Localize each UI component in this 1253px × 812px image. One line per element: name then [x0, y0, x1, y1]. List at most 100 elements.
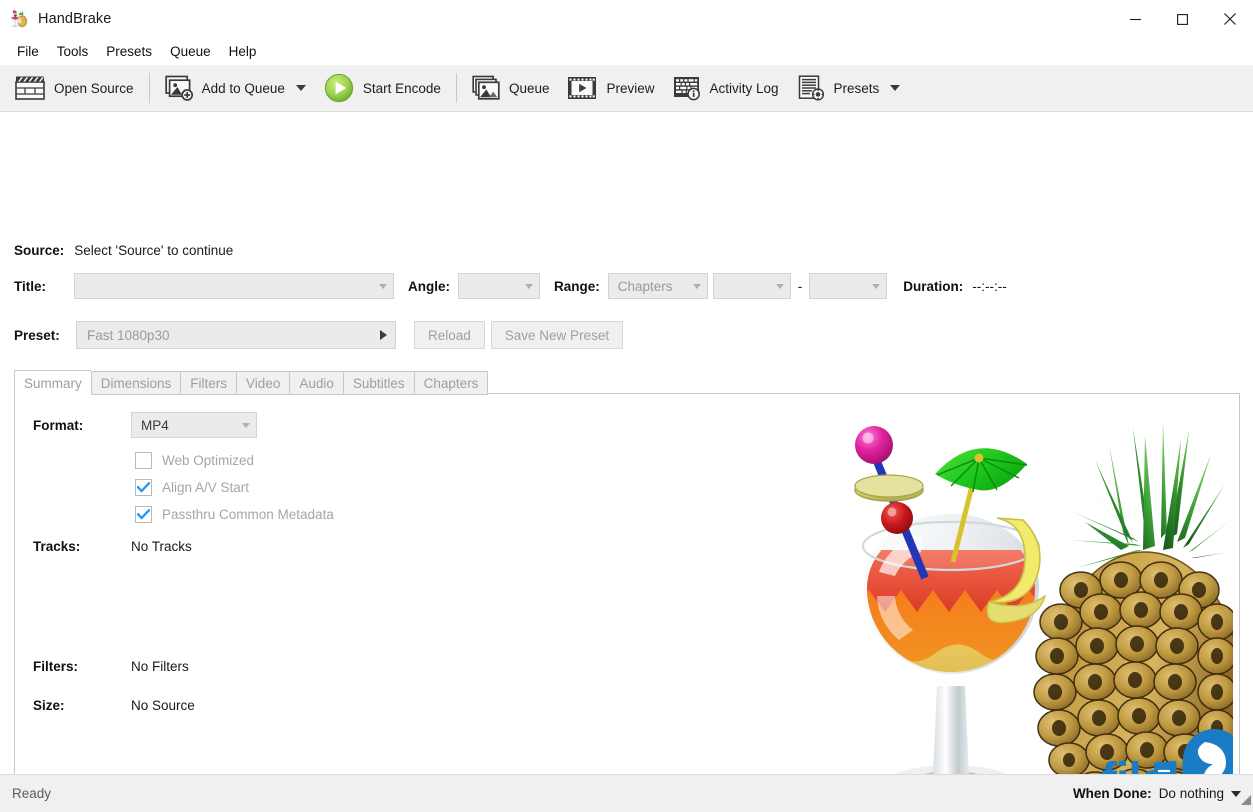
stacked-images-icon: [472, 75, 500, 101]
align-av-start-checkbox[interactable]: [135, 478, 152, 496]
source-row: Source: Select 'Source' to continue: [14, 243, 233, 258]
chevron-down-icon[interactable]: [295, 85, 306, 91]
range-label: Range:: [554, 278, 600, 294]
format-dropdown[interactable]: MP4: [131, 412, 257, 438]
handbrake-window: HandBrake File Tools Presets Queue Help: [0, 0, 1253, 812]
menu-bar: File Tools Presets Queue Help: [0, 38, 1253, 65]
handbrake-pineapple-icon: [10, 10, 28, 28]
menu-queue[interactable]: Queue: [161, 41, 220, 63]
summary-tab-panel: Format: MP4 Web Optimized Align A/V Star…: [14, 393, 1240, 812]
format-dropdown-value: MP4: [141, 417, 169, 433]
preset-label: Preset:: [14, 327, 60, 343]
pineapple: [1033, 422, 1233, 806]
save-new-preset-button[interactable]: Save New Preset: [490, 321, 624, 349]
range-start-dropdown[interactable]: [712, 273, 791, 299]
document-gear-icon: [797, 75, 825, 101]
toolbar-separator-1: [148, 73, 150, 103]
preset-row: Preset: Fast 1080p30 Reload Save New Pre…: [14, 321, 624, 349]
maximize-button[interactable]: [1159, 0, 1206, 38]
menu-file[interactable]: File: [8, 41, 48, 63]
toolbar-add-to-queue-label: Add to Queue: [201, 80, 285, 96]
status-bar: Ready When Done: Do nothing: [0, 774, 1253, 812]
filters-value: No Filters: [131, 659, 189, 674]
filters-row: Filters: No Filters: [33, 659, 189, 674]
log-info-icon: [673, 75, 701, 101]
range-end-dropdown[interactable]: [809, 273, 888, 299]
status-text: Ready: [12, 786, 52, 801]
toolbar-presets-button[interactable]: Presets: [788, 68, 910, 109]
summary-options: Web Optimized Align A/V Start Passthru C…: [135, 448, 334, 526]
toolbar-presets-label: Presets: [833, 80, 880, 96]
range-dash: -: [797, 278, 803, 294]
title-bar: HandBrake: [0, 0, 1253, 38]
clapperboard-icon: [15, 75, 45, 101]
minimize-button[interactable]: [1112, 0, 1159, 38]
window-title: HandBrake: [38, 11, 112, 27]
tracks-label: Tracks:: [33, 539, 81, 554]
duration-value: --:--:--: [972, 278, 1007, 294]
toolbar-queue-button[interactable]: Queue: [463, 68, 559, 109]
chevron-down-icon: [379, 283, 387, 289]
web-optimized-checkbox[interactable]: [135, 451, 152, 469]
chevron-down-icon: [872, 283, 881, 289]
source-label: Source:: [14, 243, 65, 258]
handbrake-cocktail-pineapple-logo: filek ka: [833, 400, 1233, 806]
chevron-down-icon: [242, 422, 250, 428]
range-type-dropdown[interactable]: Chapters: [607, 273, 708, 299]
toolbar-preview-button[interactable]: Preview: [558, 68, 663, 109]
toolbar-queue-label: Queue: [508, 80, 550, 96]
cocktail-umbrella: [935, 448, 1028, 563]
preset-dropdown-value: Fast 1080p30: [87, 327, 170, 343]
menu-presets[interactable]: Presets: [97, 41, 161, 63]
film-play-icon: [567, 76, 597, 100]
toolbar-add-to-queue-button[interactable]: Add to Queue: [156, 68, 315, 109]
checkbox-row-align-av-start[interactable]: Align A/V Start: [135, 475, 334, 499]
tab-summary[interactable]: Summary: [14, 370, 91, 396]
toolbar-open-source-button[interactable]: Open Source: [6, 68, 143, 109]
resize-grip[interactable]: [1237, 791, 1251, 810]
toolbar-separator-2: [455, 73, 457, 103]
toolbar-activity-log-button[interactable]: Activity Log: [664, 68, 788, 109]
menu-help[interactable]: Help: [220, 41, 266, 63]
toolbar-start-encode-label: Start Encode: [362, 80, 441, 96]
chevron-down-icon: [775, 283, 784, 289]
filters-label: Filters:: [33, 659, 79, 674]
reload-preset-button[interactable]: Reload: [414, 321, 485, 349]
web-optimized-label: Web Optimized: [162, 452, 255, 468]
tracks-value: No Tracks: [131, 539, 192, 554]
tab-dimensions[interactable]: Dimensions: [90, 371, 181, 395]
add-image-icon: [164, 75, 193, 101]
angle-dropdown[interactable]: [458, 273, 540, 299]
menu-tools[interactable]: Tools: [48, 41, 98, 63]
when-done-label: When Done:: [1072, 786, 1152, 801]
duration-label: Duration:: [903, 278, 964, 294]
close-button[interactable]: [1206, 0, 1253, 38]
checkbox-row-passthru-metadata[interactable]: Passthru Common Metadata: [135, 502, 334, 526]
chevron-down-icon[interactable]: [890, 85, 901, 91]
preset-dropdown[interactable]: Fast 1080p30: [76, 321, 396, 349]
title-angle-range-row: Title: Angle: Range: Chapters - Duration…: [14, 273, 1239, 299]
when-done-control[interactable]: When Done: Do nothing: [1073, 786, 1241, 801]
tab-video[interactable]: Video: [236, 371, 290, 395]
source-value: Select 'Source' to continue: [74, 243, 234, 258]
checkbox-row-web-optimized[interactable]: Web Optimized: [135, 448, 334, 472]
chevron-right-icon: [380, 330, 387, 340]
toolbar-preview-label: Preview: [606, 80, 655, 96]
tab-filters[interactable]: Filters: [180, 371, 237, 395]
tab-subtitles[interactable]: Subtitles: [342, 371, 414, 395]
main-content: Source: Select 'Source' to continue Titl…: [0, 112, 1253, 812]
window-controls: [1112, 0, 1253, 38]
title-label: Title:: [14, 278, 47, 294]
passthru-common-metadata-checkbox[interactable]: [135, 505, 152, 523]
tab-chapters[interactable]: Chapters: [413, 371, 489, 395]
size-value: No Source: [131, 698, 195, 713]
chevron-down-icon: [525, 283, 533, 289]
toolbar-start-encode-button[interactable]: Start Encode: [315, 68, 450, 109]
tab-strip: Summary Dimensions Filters Video Audio S…: [14, 370, 489, 396]
toolbar-activity-log-label: Activity Log: [709, 80, 779, 96]
title-dropdown[interactable]: [74, 273, 394, 299]
format-row: Format: MP4: [33, 412, 257, 438]
tab-audio[interactable]: Audio: [289, 371, 343, 395]
tracks-row: Tracks: No Tracks: [33, 539, 192, 554]
when-done-value: Do nothing: [1158, 786, 1224, 801]
